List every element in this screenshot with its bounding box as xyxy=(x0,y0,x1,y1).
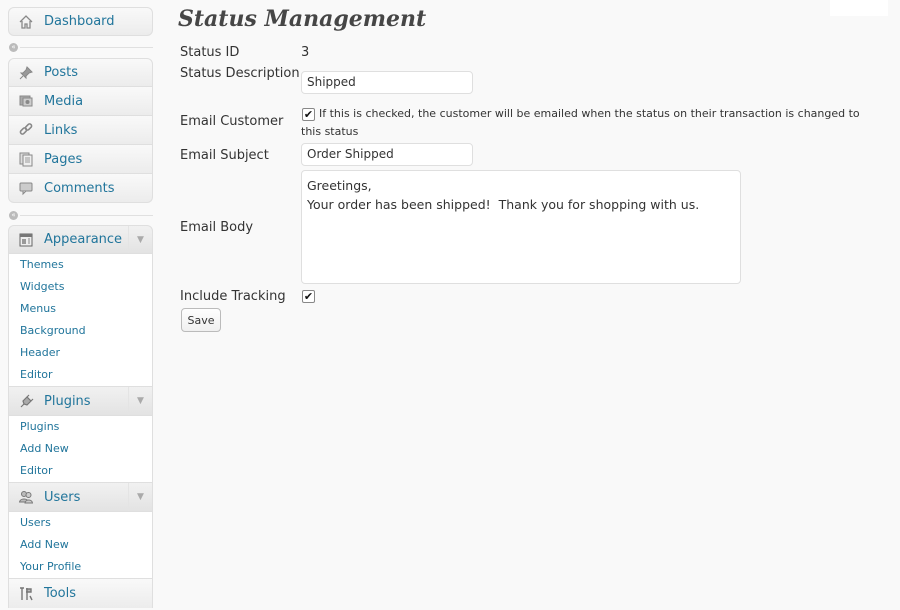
email-body-label: Email Body xyxy=(180,220,254,235)
appearance-submenu: Themes Widgets Menus Background Header E… xyxy=(8,254,153,387)
appearance-icon xyxy=(16,230,36,250)
menu-dashboard[interactable]: Dashboard xyxy=(8,7,153,36)
tools-icon xyxy=(16,584,36,604)
include-tracking-label: Include Tracking xyxy=(180,289,286,304)
submenu-item-menus[interactable]: Menus xyxy=(9,298,152,320)
submenu-item-users[interactable]: Users xyxy=(9,512,152,534)
plug-icon xyxy=(16,391,36,411)
menu-links[interactable]: Links xyxy=(8,116,153,145)
menu-comments[interactable]: Comments xyxy=(8,174,153,203)
save-button[interactable]: Save xyxy=(181,308,221,332)
users-submenu: Users Add New Your Profile xyxy=(8,512,153,579)
menu-pages-label: Pages xyxy=(44,151,83,167)
submenu-item-add-new[interactable]: Add New xyxy=(9,534,152,556)
menu-links-label: Links xyxy=(44,122,78,138)
menu-users-label: Users xyxy=(44,489,81,505)
email-subject-input[interactable]: Order Shipped xyxy=(301,143,473,166)
submenu-toggle-icon[interactable]: ▼ xyxy=(128,387,152,415)
menu-dashboard-label: Dashboard xyxy=(44,14,115,29)
pages-icon xyxy=(16,149,36,169)
page-title: Status Management xyxy=(178,6,427,32)
email-body-textarea[interactable]: Greetings, Your order has been shipped! … xyxy=(301,170,741,284)
home-icon xyxy=(16,12,36,32)
plugins-submenu: Plugins Add New Editor xyxy=(8,416,153,483)
submenu-item-add-new[interactable]: Add New xyxy=(9,438,152,460)
pushpin-icon xyxy=(16,63,36,83)
menu-media-label: Media xyxy=(44,93,84,109)
submenu-item-background[interactable]: Background xyxy=(9,320,152,342)
email-subject-label: Email Subject xyxy=(180,148,269,163)
submenu-toggle-icon[interactable]: ▼ xyxy=(128,483,152,511)
submenu-item-themes[interactable]: Themes xyxy=(9,254,152,276)
media-icon xyxy=(16,91,36,111)
collapse-arrow-icon: « xyxy=(9,42,18,52)
submenu-item-widgets[interactable]: Widgets xyxy=(9,276,152,298)
email-customer-label: Email Customer xyxy=(180,114,284,129)
submenu-toggle-icon[interactable]: ▼ xyxy=(128,226,152,253)
menu-separator[interactable]: « xyxy=(8,40,153,54)
menu-users[interactable]: Users ▼ xyxy=(8,483,153,512)
menu-plugins[interactable]: Plugins ▼ xyxy=(8,387,153,416)
email-customer-hint: If this is checked, the customer will be… xyxy=(301,107,860,138)
menu-tools[interactable]: Tools xyxy=(8,579,153,608)
menu-pages[interactable]: Pages xyxy=(8,145,153,174)
submenu-item-editor[interactable]: Editor xyxy=(9,460,152,482)
collapse-arrow-icon: « xyxy=(9,210,18,220)
status-id-value: 3 xyxy=(301,45,310,60)
chain-link-icon xyxy=(16,120,36,140)
submenu-item-plugins[interactable]: Plugins xyxy=(9,416,152,438)
menu-appearance[interactable]: Appearance ▼ xyxy=(8,225,153,254)
users-icon xyxy=(16,487,36,507)
submenu-item-editor[interactable]: Editor xyxy=(9,364,152,386)
menu-separator[interactable]: « xyxy=(8,208,153,222)
submenu-item-your-profile[interactable]: Your Profile xyxy=(9,556,152,578)
speech-bubble-icon xyxy=(16,178,36,198)
menu-comments-label: Comments xyxy=(44,180,115,196)
screen-options-tab[interactable] xyxy=(830,0,888,16)
status-description-label: Status Description xyxy=(180,66,300,81)
menu-posts[interactable]: Posts xyxy=(8,58,153,87)
include-tracking-checkbox[interactable]: ✔ xyxy=(302,290,315,303)
menu-plugins-label: Plugins xyxy=(44,393,91,409)
menu-appearance-label: Appearance xyxy=(44,232,123,247)
status-description-input[interactable]: Shipped xyxy=(301,71,473,94)
status-id-label: Status ID xyxy=(180,45,240,60)
submenu-item-header[interactable]: Header xyxy=(9,342,152,364)
menu-tools-label: Tools xyxy=(44,586,77,601)
menu-media[interactable]: Media xyxy=(8,87,153,116)
menu-posts-label: Posts xyxy=(44,65,78,80)
